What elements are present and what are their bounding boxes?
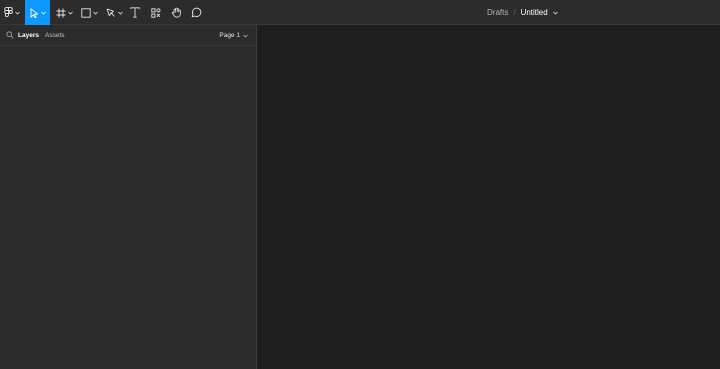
hash-frame-icon (56, 8, 65, 17)
chevron-down-icon (243, 34, 248, 38)
hand-tool-button[interactable] (167, 0, 185, 25)
breadcrumb-separator: / (513, 8, 516, 17)
chevron-down-icon (67, 11, 73, 15)
chevron-down-icon[interactable] (552, 11, 558, 15)
page-selector[interactable]: Page 1 (219, 25, 248, 46)
breadcrumb-drafts-link[interactable]: Drafts (487, 8, 508, 17)
panel-header: Layers Assets Page 1 (0, 25, 256, 46)
frame-tool-button[interactable] (53, 0, 75, 25)
chevron-down-icon (92, 11, 98, 15)
file-name[interactable]: Untitled (521, 8, 548, 17)
comment-tool-button[interactable] (188, 0, 205, 25)
page-selector-label: Page 1 (219, 32, 240, 39)
design-canvas[interactable] (257, 25, 720, 369)
text-icon (130, 7, 140, 18)
shape-tool-button[interactable] (78, 0, 100, 25)
figma-logo-icon (4, 7, 13, 18)
pen-tool-button[interactable] (103, 0, 125, 25)
file-breadcrumb: Drafts / Untitled (487, 0, 558, 25)
main-menu-button[interactable] (0, 0, 24, 25)
rectangle-icon (80, 7, 91, 18)
tab-assets[interactable]: Assets (45, 25, 65, 46)
chevron-down-icon (40, 11, 46, 15)
toolbar: Drafts / Untitled (0, 0, 720, 25)
search-icon[interactable] (6, 31, 14, 39)
left-panel: Layers Assets Page 1 (0, 25, 257, 369)
chevron-down-icon (117, 11, 123, 15)
resources-icon (150, 7, 160, 18)
pen-icon (106, 8, 115, 17)
tab-layers[interactable]: Layers (18, 25, 39, 46)
move-tool-button[interactable] (25, 0, 50, 25)
pointer-icon (30, 7, 38, 18)
resources-tool-button[interactable] (147, 0, 164, 25)
hand-icon (171, 7, 181, 18)
comment-icon (191, 7, 202, 18)
text-tool-button[interactable] (127, 0, 143, 25)
chevron-down-icon (15, 11, 20, 15)
